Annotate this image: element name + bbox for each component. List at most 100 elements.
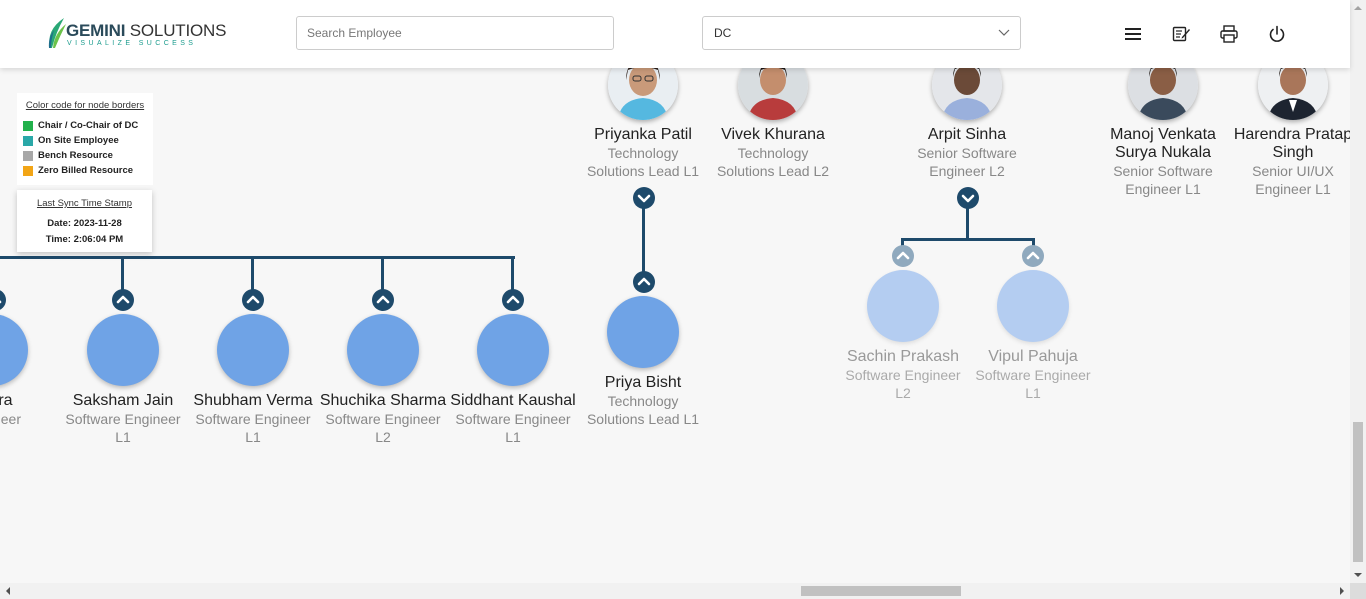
node-circle-priya-bisht[interactable] [607,296,679,368]
employee-designation: Software Engineer L2 [325,411,441,445]
node-sachin-prakash[interactable]: Sachin Prakash Software Engineer L2 [838,348,968,402]
horizontal-scrollbar-thumb[interactable] [801,586,961,596]
power-icon[interactable] [1267,24,1287,44]
node-arpit-sinha[interactable]: Arpit Sinha Senior Software Engineer L2 [902,126,1032,180]
sync-date: Date: 2023-11-28 [47,218,122,229]
brand-secondary: SOLUTIONS [125,21,227,40]
chevron-up-icon [506,295,520,304]
node-priyanka-patil[interactable]: Priyanka Patil Technology Solutions Lead… [578,126,708,180]
node-circle-shubham-verma[interactable] [217,314,289,386]
notes-icon[interactable] [1171,24,1191,44]
scroll-left-arrow-icon[interactable] [0,583,16,599]
node-vivek-khurana[interactable]: Vivek Khurana Technology Solutions Lead … [708,126,838,180]
scroll-down-arrow-icon[interactable] [1350,567,1366,583]
employee-designation: Senior Software Engineer L1 [1113,163,1213,197]
dc-select[interactable]: DC [702,16,1021,50]
legend-item-bench: Bench Resource [23,148,147,163]
expand-toggle-priya-bisht[interactable] [633,271,655,293]
employee-designation: Senior Software Engineer L2 [917,145,1017,179]
sync-time: Time: 2:06:04 PM [45,234,124,245]
employee-designation: Senior UI/UX Engineer L1 [1252,163,1334,197]
employee-name: Vivek Khurana [721,126,825,143]
node-siddhant-kaushal[interactable]: Siddhant Kaushal Software Engineer L1 [448,392,578,446]
brand-primary: GEMINI [66,21,126,40]
node-shuchika-sharma[interactable]: Shuchika Sharma Software Engineer L2 [318,392,448,446]
node-circle-vipul-pahuja[interactable] [997,270,1069,342]
node-border-legend: Color code for node borders Chair / Co-C… [17,93,153,185]
expand-toggle-saksham-jain[interactable] [112,289,134,311]
legend-item-onsite: On Site Employee [23,133,147,148]
node-shubham-verma[interactable]: Shubham Verma Software Engineer L1 [188,392,318,446]
search-employee-input[interactable] [296,16,614,50]
horizontal-scrollbar[interactable] [0,583,1350,599]
legend-label: Zero Billed Resource [38,165,134,176]
chevron-up-icon [637,277,651,286]
employee-designation: Engineer [0,411,22,427]
collapse-toggle-arpit-sinha[interactable] [957,187,979,209]
employee-designation: Software Engineer L1 [455,411,571,445]
expand-toggle-arora[interactable] [0,289,6,311]
employee-name: Sachin Prakash [846,348,960,365]
node-circle-saksham-jain[interactable] [87,314,159,386]
chevron-up-icon [896,251,910,260]
node-arora[interactable]: Arora Engineer [0,392,58,428]
node-circle-shuchika-sharma[interactable] [347,314,419,386]
employee-designation: Technology Solutions Lead L2 [716,145,830,179]
chevron-down-icon [961,194,975,203]
connector-line [121,256,124,290]
employee-name: Priya Bisht [604,374,682,391]
node-manoj-venkata-surya-nukala[interactable]: Manoj Venkata Surya Nukala Senior Softwa… [1098,126,1228,198]
connector-line [0,256,515,259]
employee-name: Harendra Pratap Singh [1233,126,1350,161]
print-icon[interactable] [1219,24,1239,44]
expand-toggle-siddhant-kaushal[interactable] [502,289,524,311]
menu-icon[interactable] [1123,24,1143,44]
employee-designation: Software Engineer L2 [845,367,961,401]
node-priya-bisht[interactable]: Priya Bisht Technology Solutions Lead L1 [578,374,708,428]
leaf-logo-icon [48,18,66,48]
expand-toggle-shuchika-sharma[interactable] [372,289,394,311]
chevron-up-icon [116,295,130,304]
expand-toggle-vipul-pahuja[interactable] [1022,245,1044,267]
expand-toggle-shubham-verma[interactable] [242,289,264,311]
employee-name: Manoj Venkata Surya Nukala [1110,126,1216,161]
employee-name: Siddhant Kaushal [450,392,576,409]
chevron-down-icon [637,194,651,203]
employee-name: Vipul Pahuja [988,348,1078,365]
legend-item-zero-billed: Zero Billed Resource [23,163,147,178]
node-circle-siddhant-kaushal[interactable] [477,314,549,386]
brand-name: GEMINI SOLUTIONS [66,21,226,41]
chevron-up-icon [376,295,390,304]
connector-line [511,256,514,290]
connector-line [901,238,1035,241]
node-saksham-jain[interactable]: Saksham Jain Software Engineer L1 [58,392,188,446]
legend-swatch [23,120,33,131]
collapse-toggle-priyanka-patil[interactable] [633,187,655,209]
scroll-up-arrow-icon[interactable] [1350,0,1366,16]
chevron-up-icon [0,300,2,304]
dc-select-value: DC [714,26,732,40]
vertical-scrollbar-thumb[interactable] [1353,422,1363,562]
employee-designation: Technology Solutions Lead L1 [586,393,700,427]
connector-line [381,256,384,290]
vertical-scrollbar[interactable] [1350,0,1366,583]
expand-toggle-sachin-prakash[interactable] [892,245,914,267]
connector-line [642,208,645,274]
org-chart-canvas[interactable]: Priyanka Patil Technology Solutions Lead… [0,0,1350,583]
employee-designation: Software Engineer L1 [195,411,311,445]
chevron-down-icon [998,29,1010,36]
chevron-up-icon [1026,251,1040,260]
legend-item-chair: Chair / Co-Chair of DC [23,118,147,133]
node-harendra-pratap-singh[interactable]: Harendra Pratap Singh Senior UI/UX Engin… [1228,126,1350,198]
node-circle-arora[interactable] [0,314,28,386]
legend-label: Bench Resource [38,150,113,161]
employee-name: Shubham Verma [193,392,313,409]
employee-name: Shuchika Sharma [319,392,447,409]
connector-line [251,256,254,290]
scroll-right-arrow-icon[interactable] [1334,583,1350,599]
node-circle-sachin-prakash[interactable] [867,270,939,342]
node-vipul-pahuja[interactable]: Vipul Pahuja Software Engineer L1 [968,348,1098,402]
employee-name: Arpit Sinha [927,126,1007,143]
gemini-solutions-logo[interactable]: GEMINI SOLUTIONS VISUALIZE SUCCESS [46,16,226,52]
legend-swatch [23,150,33,161]
